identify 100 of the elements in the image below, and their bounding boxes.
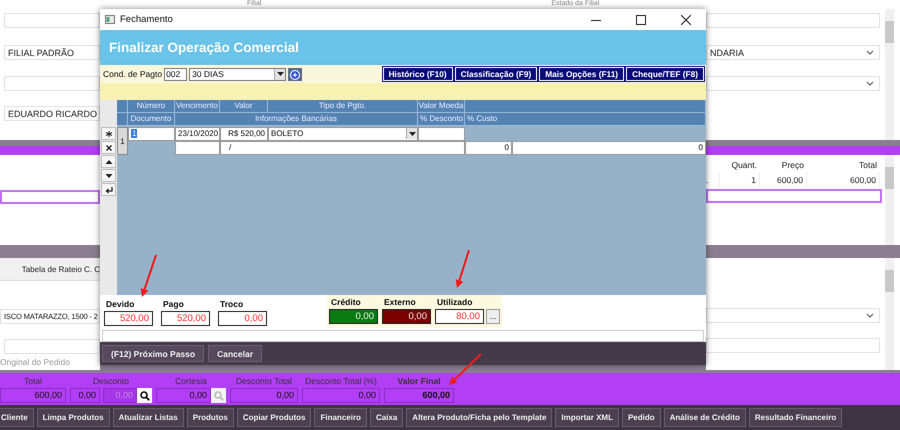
window-title: Fechamento — [120, 14, 173, 25]
more-button[interactable]: ... — [486, 309, 500, 324]
amount-field[interactable]: 0,00 — [382, 309, 431, 324]
annotation-arrow — [449, 353, 482, 385]
toolbar-button[interactable]: Importar XML — [555, 408, 619, 427]
input-field[interactable]: FILIAL PADRÃO — [4, 45, 100, 60]
search-icon — [140, 390, 150, 400]
column-header: % Desconto — [418, 113, 465, 126]
field-label: Valor Final — [396, 376, 442, 386]
input-field[interactable] — [706, 338, 880, 353]
action-button[interactable]: Mais Opções (F11) — [539, 67, 624, 81]
input-field[interactable] — [102, 330, 704, 342]
table-row[interactable] — [0, 190, 100, 204]
field-label: Desconto Total — [234, 376, 294, 386]
row-indicator: 1 — [117, 127, 128, 155]
column-header: % Custo — [465, 113, 706, 126]
dialog-button[interactable]: (F12) Próximo Passo — [102, 345, 204, 362]
dropdown-field[interactable] — [706, 76, 880, 91]
chevron-down-icon — [866, 50, 874, 55]
toolbar-button[interactable]: Análise de Crédito — [664, 408, 746, 427]
input-field[interactable] — [4, 13, 100, 28]
move-up-button[interactable] — [101, 155, 116, 168]
toolbar-button[interactable]: Altera Produto/Ficha pelo Template — [406, 408, 552, 427]
dropdown-field[interactable]: NDARIA — [706, 45, 880, 60]
column-header: Tabela de Rateio C. C — [0, 258, 100, 281]
scrollbar[interactable] — [885, 258, 894, 370]
action-button[interactable]: Histórico (F10) — [382, 67, 453, 81]
table-cell[interactable] — [418, 127, 465, 141]
field-label: Cond. de Pagto — [103, 69, 162, 79]
table-cell[interactable]: 0 — [465, 141, 512, 155]
dialog-button[interactable]: Cancelar — [208, 345, 262, 362]
input-field[interactable]: 0,00 — [302, 388, 380, 403]
asterisk-button[interactable] — [101, 127, 116, 140]
scrollbar[interactable] — [885, 9, 894, 140]
column-header: Valor — [220, 100, 268, 113]
field-label: Crédito — [330, 297, 362, 307]
input-field[interactable]: 002 — [164, 68, 188, 80]
amount-field[interactable]: 520,00 — [104, 311, 153, 326]
column-header: Informações Bancárias — [175, 113, 418, 126]
action-button[interactable]: Cheque/TEF (F8) — [626, 67, 704, 81]
return-arrow-icon — [104, 186, 112, 194]
amount-field[interactable]: 520,00 — [161, 311, 210, 326]
table-cell[interactable]: R$ 520,00 — [220, 127, 268, 141]
dialog-header: Finalizar Operação Comercial — [100, 30, 706, 65]
column-header: Número — [128, 100, 175, 113]
toolbar-button[interactable]: Produtos — [186, 408, 234, 427]
toolbar-button[interactable]: Atualizar Listas — [112, 408, 184, 427]
toolbar-button[interactable]: Pedido — [622, 408, 661, 427]
close-icon[interactable] — [681, 14, 691, 24]
input-field[interactable]: EDUARDO RICARDO — [4, 106, 100, 121]
input-field[interactable] — [706, 13, 880, 28]
dropdown-field[interactable]: BOLETO — [268, 127, 418, 141]
toolbar-button[interactable]: Limpa Produtos — [36, 408, 110, 427]
table-cell[interactable]: 23/10/2020 — [175, 127, 220, 141]
amount-field[interactable]: 80,00 — [435, 309, 484, 324]
dropdown-arrow-icon — [276, 72, 284, 76]
amount-field[interactable]: 0,00 — [329, 309, 378, 324]
move-down-button[interactable] — [101, 169, 116, 182]
input-field[interactable]: 600,00 — [384, 388, 454, 403]
table-cell: 600,00 — [807, 172, 880, 188]
input-field[interactable]: 600,00 — [0, 388, 66, 403]
field-label: Externo — [383, 297, 417, 307]
chevron-down-icon — [866, 313, 874, 318]
search-button[interactable] — [137, 388, 152, 403]
column-header: Tipo de Pgto. — [268, 100, 418, 113]
dropdown-field[interactable]: 30 DIAS — [189, 68, 286, 80]
input-field[interactable]: 0,00 — [70, 388, 100, 403]
field-label: Total — [23, 376, 43, 386]
field-label: Original do Pedido — [0, 357, 71, 367]
table-row[interactable] — [706, 189, 882, 203]
field-label: Cortesia — [174, 376, 208, 386]
input-field[interactable] — [4, 339, 100, 354]
down-triangle-icon — [104, 172, 112, 180]
delete-button[interactable] — [101, 141, 116, 154]
maximize-icon[interactable] — [636, 14, 646, 24]
toolbar-button[interactable]: Cliente — [0, 408, 34, 427]
amount-field[interactable]: 0,00 — [218, 311, 267, 326]
table-cell[interactable]: / — [220, 141, 465, 155]
table-cell[interactable]: 0 — [512, 141, 706, 155]
cross-icon — [104, 144, 112, 152]
annotation-arrow — [140, 254, 157, 297]
field-label: Troco — [219, 299, 244, 309]
table-cell[interactable] — [175, 141, 220, 155]
field-label: Pago — [162, 299, 185, 309]
toolbar-button[interactable]: Copiar Produtos — [236, 408, 312, 427]
toolbar-button[interactable]: Caixa — [370, 408, 404, 427]
scrollbar[interactable] — [885, 155, 894, 245]
input-field[interactable] — [4, 76, 100, 91]
chevron-down-icon — [866, 81, 874, 86]
app-icon — [105, 15, 115, 24]
input-field[interactable]: 0,00 — [156, 388, 211, 403]
toolbar-button[interactable]: Financeiro — [314, 408, 367, 427]
up-triangle-icon — [104, 158, 112, 166]
dropdown-field[interactable] — [706, 308, 880, 323]
enter-button[interactable] — [101, 183, 116, 196]
action-button[interactable]: Classificação (F9) — [454, 67, 538, 81]
field-label: Desconto Total (%) — [304, 376, 378, 386]
input-field[interactable]: 0,00 — [230, 388, 298, 403]
table-cell[interactable]: 1 — [128, 127, 175, 141]
toolbar-button[interactable]: Resultado Financeiro — [748, 408, 842, 427]
